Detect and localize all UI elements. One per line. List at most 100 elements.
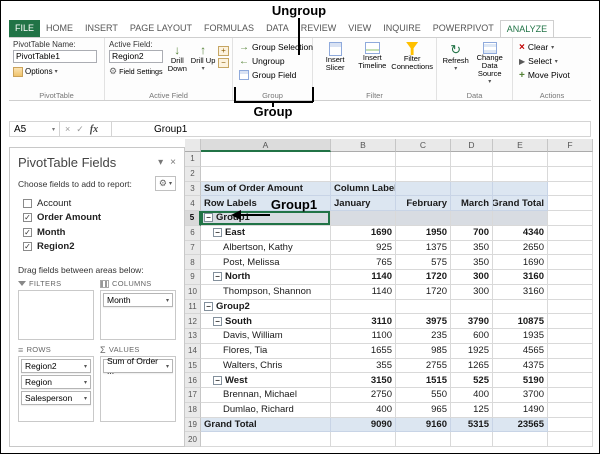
column-header-e[interactable]: E	[493, 139, 548, 152]
tab-data[interactable]: DATA	[260, 20, 295, 37]
expand-field-button[interactable]: +	[218, 46, 229, 56]
cell-F8[interactable]	[548, 255, 593, 270]
cell-D7[interactable]: 350	[451, 240, 493, 256]
rows-area[interactable]: ≡ ROWS Region2 ▾ Region ▾ Salesperson ▾	[18, 345, 94, 422]
filter-connections-button[interactable]: Filter Connections	[391, 40, 433, 91]
cell-E6[interactable]: 4340	[493, 225, 548, 241]
collapse-icon[interactable]: −	[204, 213, 213, 223]
cell-C11[interactable]	[396, 299, 451, 315]
cell-F14[interactable]	[548, 343, 593, 359]
insert-timeline-button[interactable]: Insert Timeline	[353, 40, 391, 91]
collapse-field-button[interactable]: −	[218, 58, 229, 68]
cell-C6[interactable]: 1950	[396, 225, 451, 241]
cell-D2[interactable]	[451, 166, 493, 182]
refresh-button[interactable]: ↻ Refresh ▾	[441, 40, 470, 91]
tab-review[interactable]: REVIEW	[295, 20, 343, 37]
cancel-icon[interactable]: ×	[65, 124, 70, 134]
enter-icon[interactable]: ✓	[76, 124, 84, 135]
cell-D16[interactable]: 525	[451, 373, 493, 388]
cell-A15[interactable]: Walters, Chris	[201, 358, 331, 374]
cell-F18[interactable]	[548, 402, 593, 418]
chevron-down-icon[interactable]: ▾	[84, 363, 87, 370]
cell-D5[interactable]	[451, 211, 493, 226]
cell-C15[interactable]: 2755	[396, 358, 451, 374]
cell-E15[interactable]: 4375	[493, 358, 548, 374]
cell-D17[interactable]: 400	[451, 388, 493, 403]
cell-A19[interactable]: Grand Total	[201, 417, 331, 433]
field-item[interactable]: Account	[20, 196, 174, 211]
tab-home[interactable]: HOME	[40, 20, 79, 37]
field-settings-button[interactable]: ⚙ Field Settings	[109, 65, 164, 78]
cell-E11[interactable]	[493, 299, 548, 315]
row-header-20[interactable]: 20	[185, 432, 201, 447]
cell-D3[interactable]	[451, 181, 493, 197]
cell-B10[interactable]: 1140	[331, 284, 396, 300]
cell-A17[interactable]: Brennan, Michael	[201, 388, 331, 403]
cell-F4[interactable]	[548, 196, 593, 211]
cell-E2[interactable]	[493, 166, 548, 182]
column-header-a[interactable]: A	[201, 139, 331, 152]
cell-B4[interactable]: January	[331, 196, 396, 211]
tab-inquire[interactable]: INQUIRE	[377, 20, 427, 37]
cell-A13[interactable]: Davis, William	[201, 329, 331, 344]
select-all-corner[interactable]	[185, 139, 201, 152]
cell-A6[interactable]: − East	[201, 225, 331, 241]
tab-page-layout[interactable]: PAGE LAYOUT	[124, 20, 198, 37]
row-header-13[interactable]: 13	[185, 329, 201, 344]
cell-D9[interactable]: 300	[451, 270, 493, 285]
cell-A14[interactable]: Flores, Tia	[201, 343, 331, 359]
cell-E9[interactable]: 3160	[493, 270, 548, 285]
cell-B19[interactable]: 9090	[331, 417, 396, 433]
collapse-icon[interactable]: −	[204, 301, 213, 311]
tools-button[interactable]: ⚙ ▾	[154, 176, 176, 191]
cell-F12[interactable]	[548, 314, 593, 329]
tab-analyze[interactable]: ANALYZE	[499, 20, 555, 37]
row-header-8[interactable]: 8	[185, 255, 201, 270]
cell-C1[interactable]	[396, 152, 451, 167]
cell-D15[interactable]: 1265	[451, 358, 493, 374]
cell-D1[interactable]	[451, 152, 493, 167]
cell-C9[interactable]: 1720	[396, 270, 451, 285]
cell-F17[interactable]	[548, 388, 593, 403]
cell-A8[interactable]: Post, Melissa	[201, 255, 331, 270]
cell-B15[interactable]: 355	[331, 358, 396, 374]
cell-E18[interactable]: 1490	[493, 402, 548, 418]
cell-A7[interactable]: Albertson, Kathy	[201, 240, 331, 256]
drill-up-button[interactable]: ↑ Drill Up ▾	[190, 40, 216, 78]
chevron-down-icon[interactable]: ▾	[166, 297, 169, 304]
cell-C4[interactable]: February	[396, 196, 451, 211]
tab-formulas[interactable]: FORMULAS	[198, 20, 260, 37]
columns-area[interactable]: COLUMNS Month ▾	[100, 279, 176, 340]
row-header-5[interactable]: 5	[185, 211, 201, 226]
drill-down-button[interactable]: ↓ Drill Down	[164, 40, 190, 78]
cell-B11[interactable]	[331, 299, 396, 315]
formula-input[interactable]: Group1	[112, 122, 590, 136]
close-icon[interactable]: ×	[170, 157, 176, 168]
chevron-down-icon[interactable]: ▾	[84, 379, 87, 386]
cell-C13[interactable]: 235	[396, 329, 451, 344]
cell-E20[interactable]	[493, 432, 548, 447]
row-header-9[interactable]: 9	[185, 270, 201, 285]
area-field-chip[interactable]: Region ▾	[21, 375, 91, 389]
cell-A11[interactable]: − Group2	[201, 299, 331, 315]
row-header-6[interactable]: 6	[185, 225, 201, 241]
cell-E8[interactable]: 1690	[493, 255, 548, 270]
cell-C10[interactable]: 1720	[396, 284, 451, 300]
cell-F3[interactable]	[548, 181, 593, 197]
cell-B14[interactable]: 1655	[331, 343, 396, 359]
checkbox[interactable]: ✓	[23, 227, 32, 237]
chevron-down-icon[interactable]: ▾	[166, 363, 169, 370]
pane-options-icon[interactable]: ▾	[158, 157, 163, 168]
cell-C14[interactable]: 985	[396, 343, 451, 359]
cell-E10[interactable]: 3160	[493, 284, 548, 300]
cell-F19[interactable]	[548, 417, 593, 433]
tab-file[interactable]: FILE	[9, 20, 41, 37]
cell-C3[interactable]	[396, 181, 451, 197]
collapse-icon[interactable]: −	[213, 375, 222, 385]
cell-F10[interactable]	[548, 284, 593, 300]
cell-A20[interactable]	[201, 432, 331, 447]
row-header-1[interactable]: 1	[185, 152, 201, 167]
move-pivot-button[interactable]: + Move Pivot	[517, 68, 588, 82]
row-header-11[interactable]: 11	[185, 299, 201, 315]
cell-E19[interactable]: 23565	[493, 417, 548, 433]
